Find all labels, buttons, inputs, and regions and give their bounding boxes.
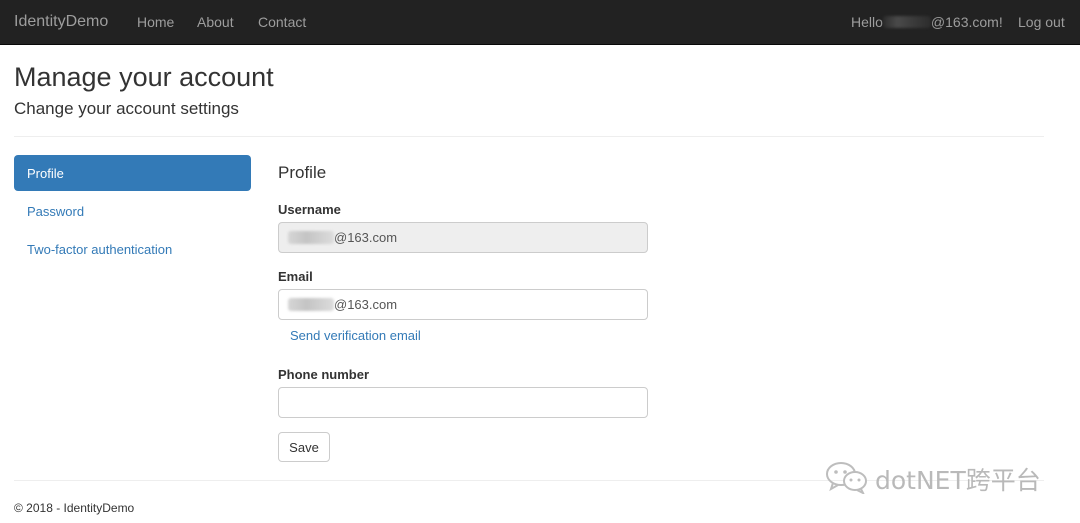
email-value-suffix: @163.com: [334, 297, 398, 312]
logout-link[interactable]: Log out: [1018, 14, 1065, 30]
send-verification-email-link[interactable]: Send verification email: [290, 328, 421, 343]
greeting-prefix: Hello: [851, 14, 883, 30]
watermark-text: dotNET跨平台: [875, 466, 1041, 495]
phone-number-label: Phone number: [278, 367, 370, 382]
username-field: @163.com: [278, 222, 648, 253]
user-greeting-link[interactable]: Hello @163.com!: [851, 14, 1003, 30]
username-value-suffix: @163.com: [334, 230, 398, 245]
top-navbar: IdentityDemo Home About Contact Hello @16…: [0, 0, 1080, 45]
sidebar-item-two-factor[interactable]: Two-factor authentication: [14, 231, 251, 267]
greeting-suffix: @163.com!: [930, 14, 1003, 30]
sidebar-item-password[interactable]: Password: [14, 193, 251, 229]
sidebar-item-profile[interactable]: Profile: [14, 155, 251, 191]
brand-link[interactable]: IdentityDemo: [14, 13, 108, 31]
page-title: Manage your account: [14, 62, 274, 92]
nav-contact-link[interactable]: Contact: [258, 14, 306, 30]
redacted-username-blur: [288, 231, 334, 244]
username-label: Username: [278, 202, 341, 217]
page-subtitle: Change your account settings: [14, 99, 239, 118]
header-divider: [14, 136, 1044, 137]
email-label: Email: [278, 269, 313, 284]
section-title: Profile: [278, 163, 327, 182]
redacted-email-blur: [288, 298, 334, 311]
watermark: dotNET跨平台: [825, 460, 1050, 495]
nav-about-link[interactable]: About: [197, 14, 234, 30]
email-field[interactable]: @163.com: [278, 289, 648, 320]
save-button[interactable]: Save: [278, 432, 330, 462]
nav-home-link[interactable]: Home: [137, 14, 174, 30]
phone-number-input[interactable]: [278, 387, 648, 418]
footer-copyright: © 2018 - IdentityDemo: [14, 501, 135, 515]
wechat-icon: [826, 462, 867, 494]
redacted-username-blur: [882, 16, 931, 28]
